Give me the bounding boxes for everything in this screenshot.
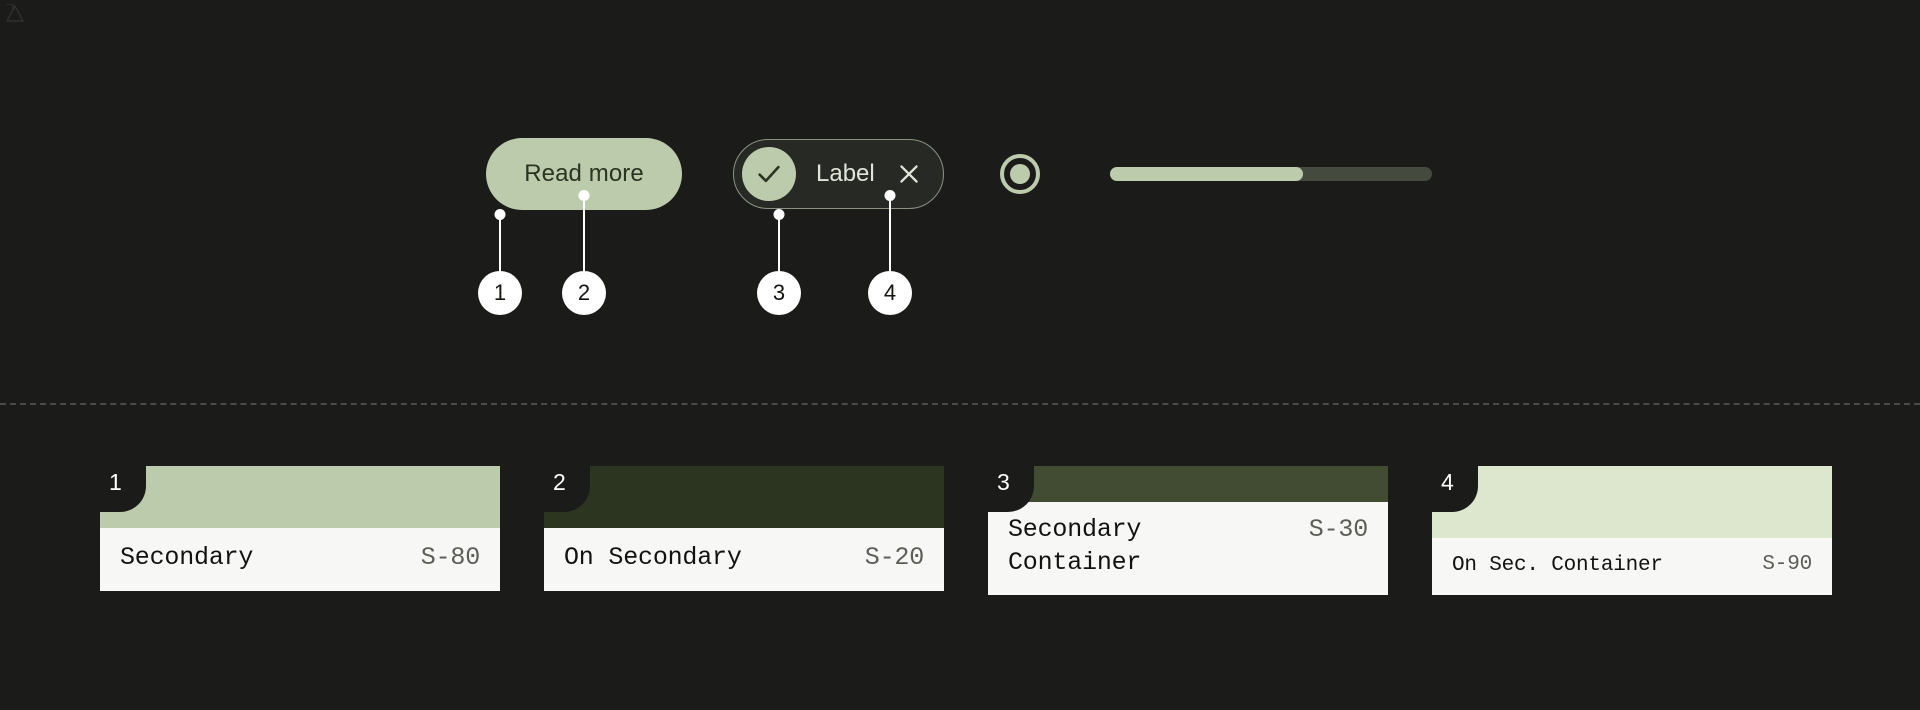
color-role-name: Secondary	[120, 543, 254, 572]
color-token-code: S-20	[864, 543, 924, 572]
color-token-card[interactable]: 2 On Secondary S-20	[544, 466, 944, 595]
callout-badge-2: 2	[562, 271, 606, 315]
radio-button[interactable]	[999, 154, 1040, 194]
color-role-name: Secondary Container	[1008, 515, 1142, 577]
color-swatch	[1432, 466, 1832, 538]
callout-leader-line	[889, 195, 891, 272]
component-specimen-stage: Read more Label 1 2 3 4	[0, 0, 1920, 404]
section-divider	[0, 403, 1920, 405]
color-role-name: On Sec. Container	[1452, 554, 1663, 577]
card-body: Secondary S-80	[100, 528, 500, 591]
chip-label: Label	[816, 160, 875, 187]
components-row: Read more Label	[486, 138, 1432, 210]
card-body: On Secondary S-20	[544, 528, 944, 591]
callout-badge-3: 3	[757, 271, 801, 315]
callout-badge-1: 1	[478, 271, 522, 315]
card-body: Secondary Container S-30	[988, 502, 1388, 595]
input-chip[interactable]: Label	[733, 139, 944, 209]
color-token-code: S-80	[420, 543, 480, 572]
slider-fill	[1109, 167, 1303, 181]
color-token-card[interactable]: 1 Secondary S-80	[100, 466, 500, 595]
card-body: On Sec. Container S-90	[1432, 538, 1832, 596]
radio-selected-dot	[1009, 164, 1030, 184]
color-token-card[interactable]: 3 Secondary Container S-30	[988, 466, 1388, 595]
check-icon	[742, 147, 796, 201]
color-token-card-list: 1 Secondary S-80 2 On Secondary S-20 3 S…	[100, 466, 1832, 596]
color-token-code: S-90	[1762, 553, 1812, 576]
color-swatch	[544, 466, 944, 528]
color-role-name: On Secondary	[564, 543, 742, 572]
slider[interactable]	[1109, 167, 1432, 181]
color-swatch	[988, 466, 1388, 502]
callout-leader-line	[499, 214, 501, 272]
color-token-code: S-30	[1308, 515, 1368, 544]
callout-badge-4: 4	[868, 271, 912, 315]
callout-leader-line	[778, 214, 780, 272]
color-swatch	[100, 466, 500, 528]
callout-leader-line	[583, 195, 585, 272]
close-icon[interactable]	[895, 160, 923, 188]
color-token-card[interactable]: 4 On Sec. Container S-90	[1432, 466, 1832, 596]
